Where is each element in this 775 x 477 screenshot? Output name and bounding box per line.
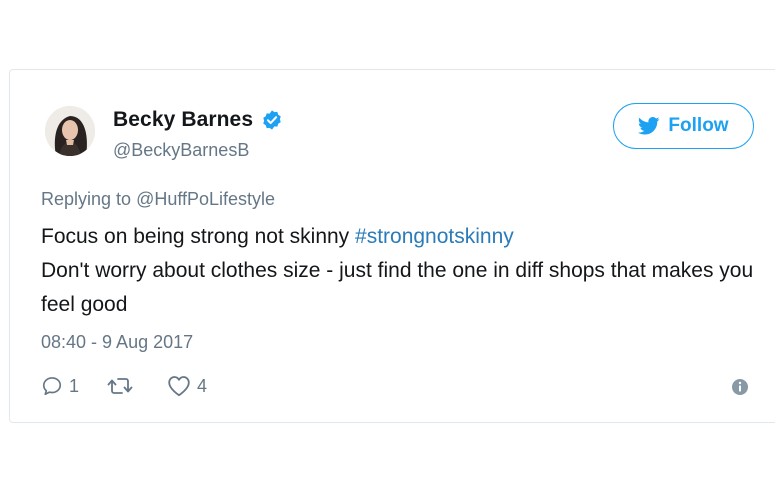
avatar[interactable]: [45, 106, 95, 156]
heart-icon: [168, 376, 190, 397]
retweet-action[interactable]: [107, 375, 139, 397]
follow-button[interactable]: Follow: [613, 103, 754, 149]
info-icon[interactable]: [731, 378, 749, 396]
reply-to-handle-link[interactable]: @HuffPoLifestyle: [136, 189, 275, 209]
tweet-line-2: Don't worry about clothes size - just fi…: [41, 259, 754, 316]
user-handle[interactable]: @BeckyBarnesB: [113, 140, 249, 161]
retweet-icon: [107, 378, 133, 394]
tweet-actions: 1 4: [41, 373, 235, 399]
reply-count: 1: [69, 375, 80, 396]
tweet-line-1-text: Focus on being strong not skinny: [41, 225, 356, 248]
tweet-text: Focus on being strong not skinny #strong…: [41, 220, 761, 322]
tweet-line-1: Focus on being strong not skinny #strong…: [41, 220, 761, 254]
display-name[interactable]: Becky Barnes: [113, 108, 253, 132]
tweet-timestamp[interactable]: 08:40 - 9 Aug 2017: [41, 332, 193, 353]
follow-button-label: Follow: [668, 115, 729, 136]
tweet-card: Becky Barnes @BeckyBarnesB Follow Replyi…: [9, 69, 775, 423]
hashtag-link[interactable]: #strongnotskinny: [355, 225, 514, 248]
reply-action[interactable]: 1: [41, 375, 79, 397]
verified-badge-icon: [261, 109, 283, 131]
profile-photo-icon: [45, 106, 95, 156]
replying-to: Replying to @HuffPoLifestyle: [41, 189, 275, 210]
twitter-bird-icon: [638, 117, 660, 135]
reply-icon: [42, 377, 62, 396]
replying-prefix: Replying to: [41, 189, 137, 209]
like-count: 4: [197, 375, 208, 396]
name-row: Becky Barnes: [113, 106, 283, 134]
like-action[interactable]: 4: [167, 375, 207, 397]
